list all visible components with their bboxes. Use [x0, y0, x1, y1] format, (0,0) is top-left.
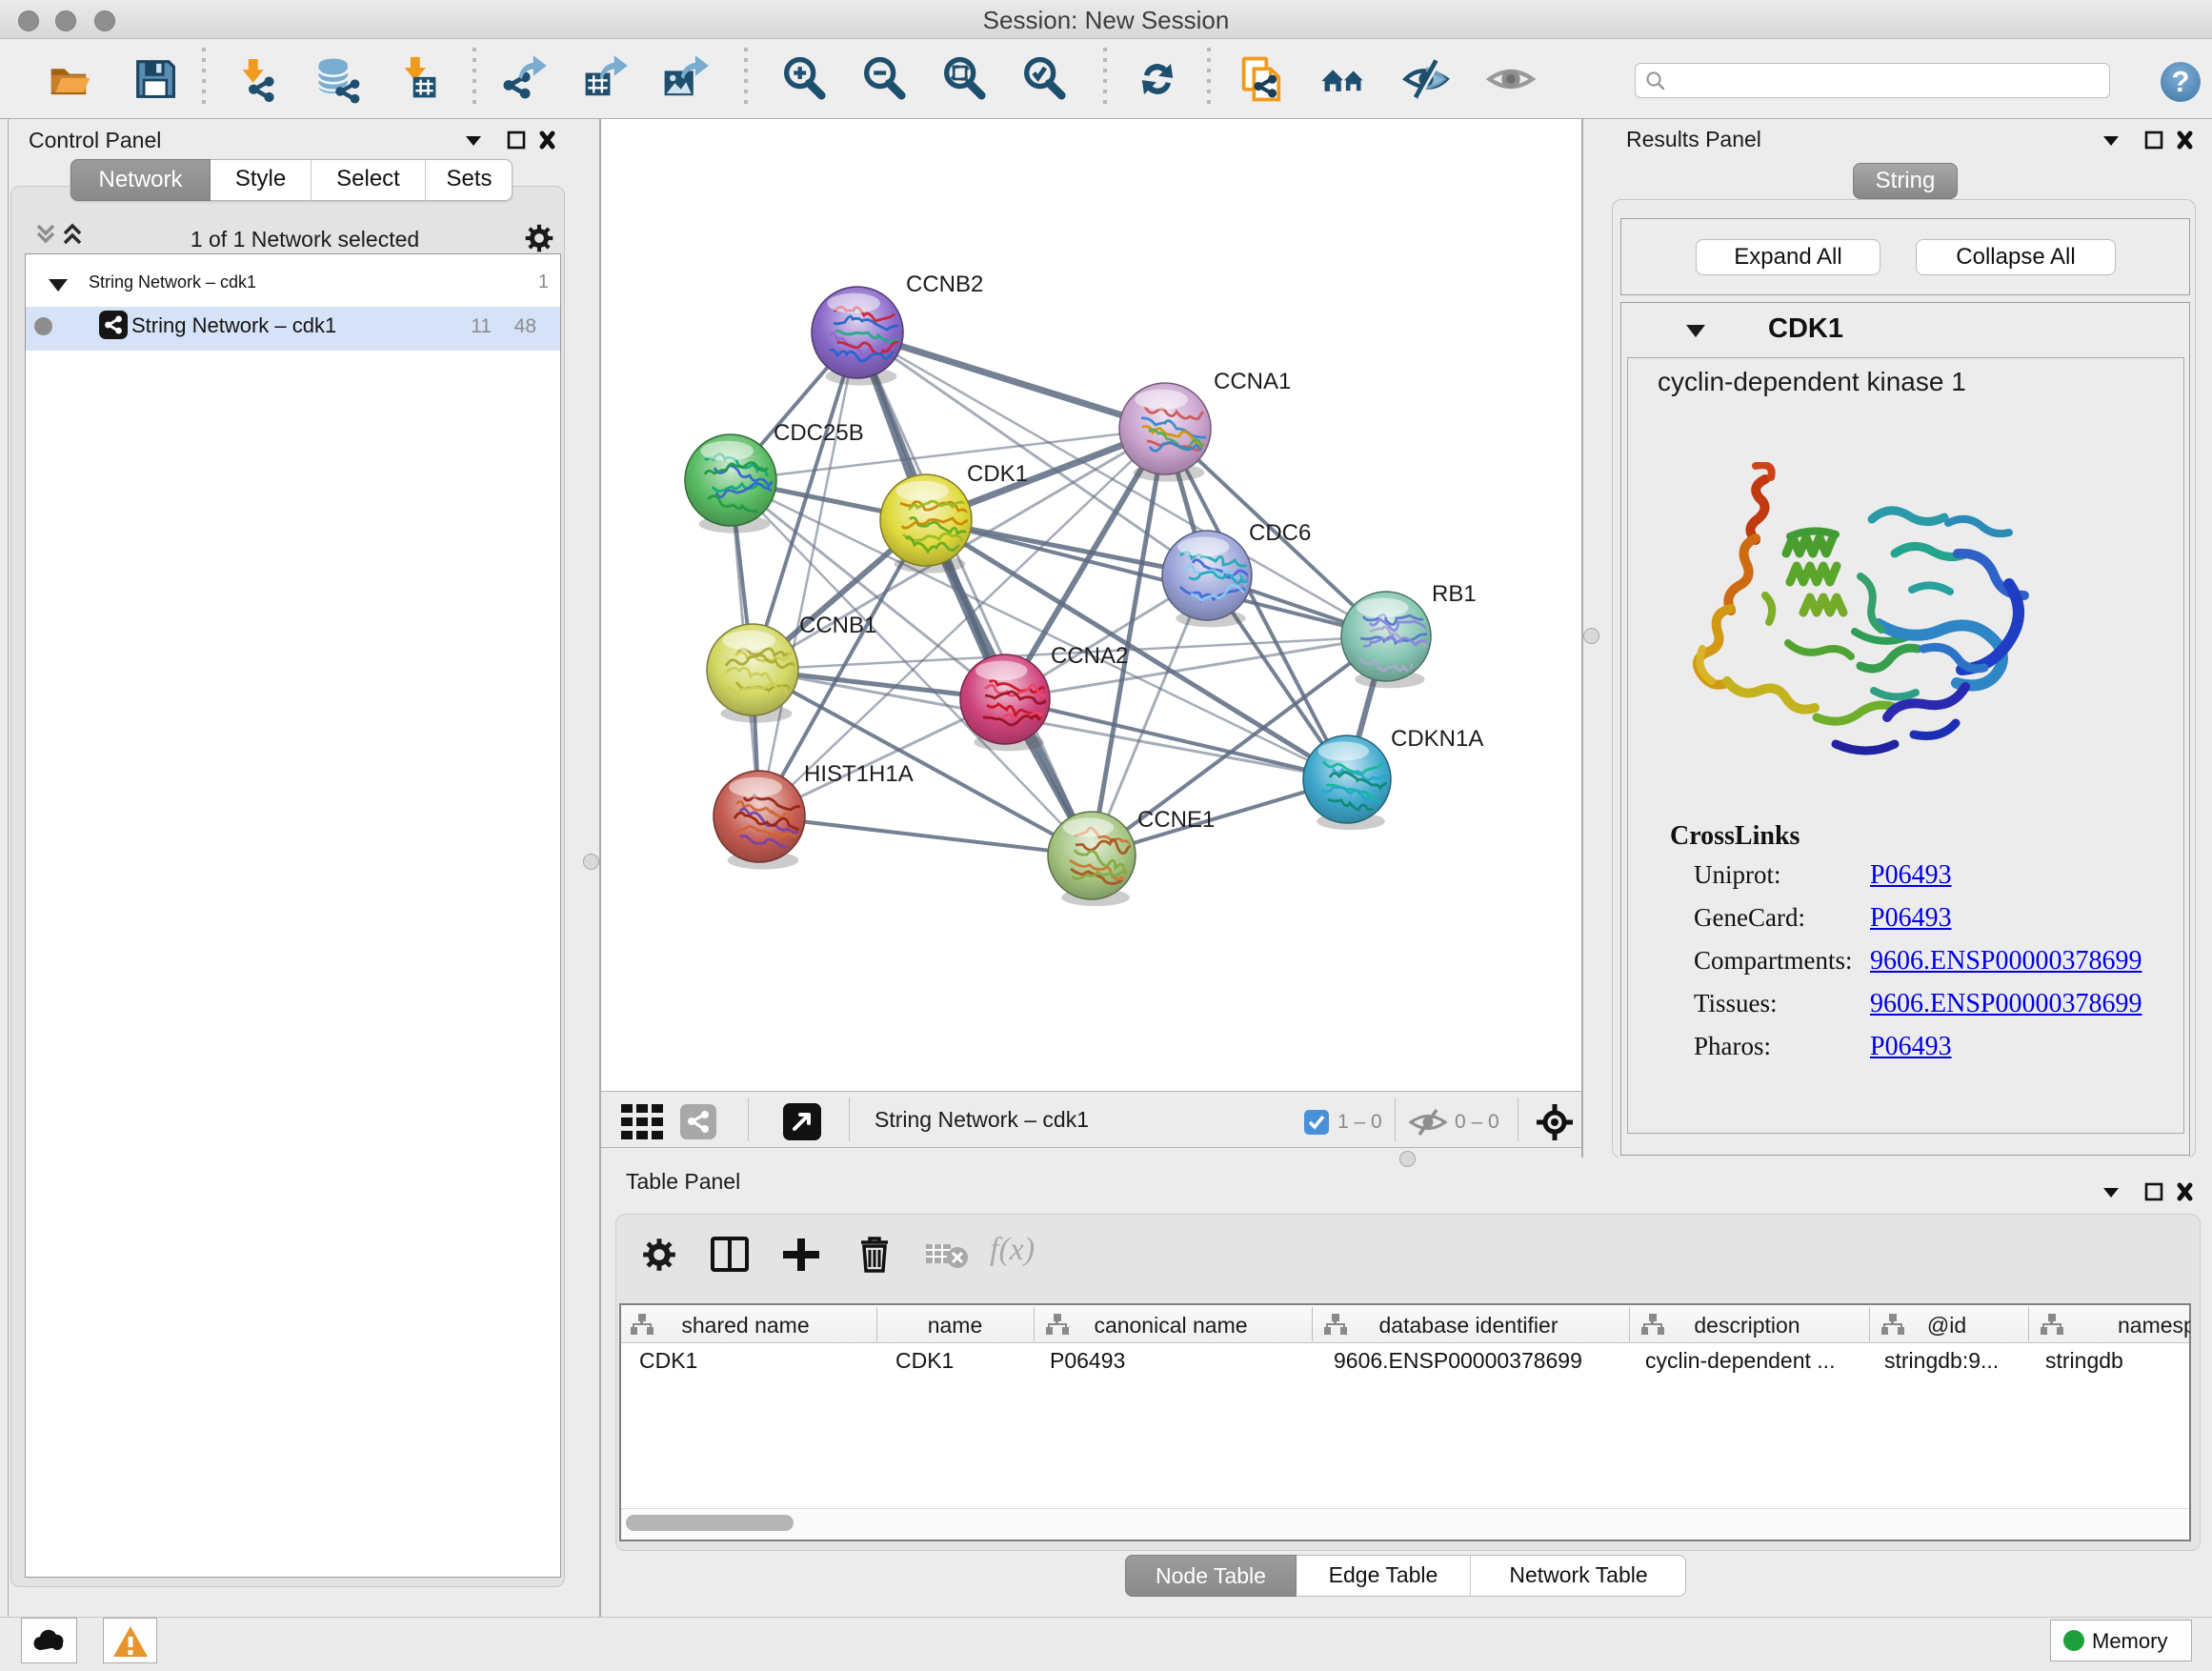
svg-text:RB1: RB1: [1432, 581, 1477, 607]
svg-text:CCNE1: CCNE1: [1137, 807, 1215, 833]
svg-text:CCNB1: CCNB1: [799, 613, 876, 638]
svg-text:CCNA2: CCNA2: [1051, 643, 1128, 669]
svg-text:HIST1H1A: HIST1H1A: [804, 761, 914, 787]
svg-text:CDK1: CDK1: [967, 461, 1028, 487]
svg-text:CCNA1: CCNA1: [1214, 369, 1291, 394]
svg-text:CDKN1A: CDKN1A: [1391, 726, 1483, 752]
svg-text:CDC25B: CDC25B: [774, 420, 864, 446]
svg-text:CCNB2: CCNB2: [906, 272, 983, 297]
svg-text:CDC6: CDC6: [1249, 520, 1311, 546]
